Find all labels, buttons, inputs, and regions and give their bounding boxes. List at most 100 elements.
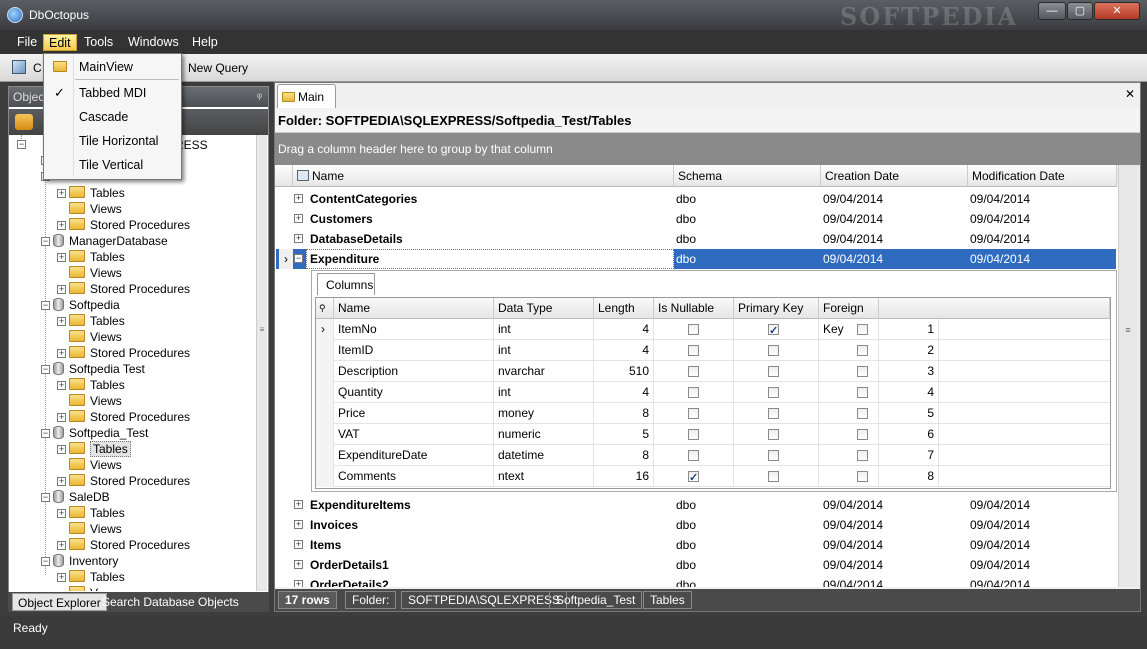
col-header-schema[interactable]: Schema — [674, 165, 821, 187]
tree-item[interactable]: Tables — [69, 249, 125, 265]
tree-item[interactable]: Tables — [69, 441, 131, 457]
search-icon[interactable]: ⚲ — [316, 298, 334, 319]
checkbox[interactable] — [857, 450, 868, 461]
tree-database[interactable]: Softpedia_Test — [53, 425, 148, 441]
detail-row[interactable]: Commentsntext16 8 — [316, 466, 1110, 488]
tree-item[interactable]: Tables — [69, 569, 125, 585]
minimize-button[interactable]: — — [1038, 2, 1066, 20]
new-query-button[interactable]: New Query — [188, 61, 248, 75]
table-row[interactable]: + DatabaseDetails dbo 09/04/2014 09/04/2014 — [276, 229, 1116, 249]
collapse-icon[interactable]: − — [41, 493, 50, 502]
table-row[interactable]: + Customers dbo 09/04/2014 09/04/2014 — [276, 209, 1116, 229]
expand-icon[interactable]: + — [294, 194, 303, 203]
col-header-name[interactable]: Name — [293, 165, 674, 187]
menu-file[interactable]: File — [12, 34, 42, 51]
expand-icon[interactable]: + — [57, 221, 66, 230]
checkbox[interactable] — [857, 345, 868, 356]
tree-item[interactable]: Stored Procedures — [69, 217, 190, 233]
tree-item[interactable]: Tables — [69, 377, 125, 393]
checkbox[interactable] — [688, 324, 699, 335]
tree-item[interactable]: Views — [69, 457, 122, 473]
expand-icon[interactable]: + — [57, 349, 66, 358]
checkbox[interactable] — [688, 387, 699, 398]
checkbox[interactable] — [768, 345, 779, 356]
tree-item[interactable]: V — [69, 585, 98, 591]
col-header-modification-date[interactable]: Modification Date — [968, 165, 1117, 187]
menu-item-mainview[interactable]: MainView — [45, 56, 180, 78]
table-row-selected[interactable]: − › Expenditure dbo 09/04/2014 09/04/2014 — [276, 249, 1116, 269]
tree-item[interactable]: Views — [69, 521, 122, 537]
detail-row[interactable]: ›ItemNoint4 1 — [316, 319, 1110, 341]
table-row[interactable]: + OrderDetails1 dbo 09/04/2014 09/04/2014 — [276, 555, 1116, 575]
detail-col-header[interactable]: Length — [594, 298, 654, 319]
tree-database[interactable]: SaleDB — [53, 489, 110, 505]
refresh-icon[interactable] — [15, 114, 33, 130]
detail-row[interactable]: VAT numeric 5 6 — [316, 424, 1110, 445]
tab-object-explorer[interactable]: Object Explorer — [12, 593, 107, 611]
detail-col-header[interactable]: Data Type — [494, 298, 594, 319]
collapse-icon[interactable]: − — [41, 301, 50, 310]
tree-item[interactable]: Stored Procedures — [69, 345, 190, 361]
tree-item[interactable]: Views — [69, 265, 122, 281]
tree-item[interactable]: Views — [69, 201, 122, 217]
checkbox[interactable] — [688, 450, 699, 461]
menu-item-tile-vertical[interactable]: Tile Vertical — [45, 154, 180, 176]
checkbox[interactable] — [768, 450, 779, 461]
checkbox[interactable] — [768, 408, 779, 419]
close-tab-icon[interactable]: ✕ — [1125, 87, 1135, 101]
checkbox[interactable] — [688, 468, 699, 488]
expand-icon[interactable]: + — [57, 413, 66, 422]
menu-windows[interactable]: Windows — [123, 34, 184, 51]
connect-icon[interactable] — [12, 60, 26, 74]
group-by-panel[interactable]: Drag a column header here to group by th… — [275, 133, 1140, 165]
table-row[interactable]: + ExpenditureItems dbo 09/04/2014 09/04/2014 — [276, 495, 1116, 515]
expand-icon[interactable]: + — [294, 214, 303, 223]
checkbox[interactable] — [857, 471, 868, 482]
grid-scrollbar[interactable]: ≡ — [1118, 165, 1139, 587]
pin-icon[interactable]: ᵠ — [257, 90, 262, 104]
tree-database[interactable]: Softpedia Test — [53, 361, 145, 377]
table-row[interactable]: + OrderDetails2 dbo 09/04/2014 09/04/2014 — [276, 575, 1116, 587]
checkbox[interactable] — [857, 429, 868, 440]
expand-icon[interactable]: + — [57, 445, 66, 454]
tree-item[interactable]: Stored Procedures — [69, 281, 190, 297]
checkbox[interactable] — [688, 408, 699, 419]
detail-col-header[interactable]: Foreign Key — [819, 298, 879, 336]
expand-icon[interactable]: + — [57, 541, 66, 550]
menu-item-tabbed-mdi[interactable]: ✓ Tabbed MDI — [45, 82, 180, 104]
tree-item[interactable]: Stored Procedures — [69, 537, 190, 553]
tree-scrollbar[interactable]: ≡ — [256, 135, 267, 591]
tab-columns[interactable]: Columns — [317, 273, 375, 295]
detail-row[interactable]: ExpenditureDate datetime 8 7 — [316, 445, 1110, 466]
checkbox[interactable] — [688, 366, 699, 377]
table-row[interactable]: + Items dbo 09/04/2014 09/04/2014 — [276, 535, 1116, 555]
tree-database[interactable]: Inventory — [53, 553, 118, 569]
expand-icon[interactable]: + — [57, 317, 66, 326]
tree-item[interactable]: Tables — [69, 313, 125, 329]
breadcrumb-database[interactable]: Softpedia_Test — [549, 591, 643, 609]
collapse-icon[interactable]: − — [41, 365, 50, 374]
checkbox[interactable] — [857, 408, 868, 419]
table-row[interactable]: + ContentCategories dbo 09/04/2014 09/04/201… — [276, 189, 1116, 209]
detail-col-header[interactable]: Name — [334, 298, 494, 319]
checkbox[interactable] — [857, 324, 868, 335]
expand-icon[interactable]: + — [57, 253, 66, 262]
menu-item-cascade[interactable]: Cascade — [45, 106, 180, 128]
expand-icon[interactable]: + — [57, 189, 66, 198]
collapse-icon[interactable]: − — [41, 237, 50, 246]
expand-icon[interactable]: + — [294, 580, 303, 587]
tree-item[interactable]: Stored Procedures — [69, 473, 190, 489]
connect-label[interactable]: C — [33, 61, 42, 75]
checkbox[interactable] — [857, 387, 868, 398]
tree-item[interactable]: Tables — [69, 185, 125, 201]
expand-icon[interactable]: + — [57, 477, 66, 486]
expand-icon[interactable]: + — [57, 285, 66, 294]
detail-row[interactable]: Description nvarchar 510 3 — [316, 361, 1110, 382]
tree-database[interactable]: Softpedia — [53, 297, 120, 313]
detail-row[interactable]: Quantity int 4 4 — [316, 382, 1110, 403]
tab-main[interactable]: Main — [277, 84, 336, 108]
col-header-creation-date[interactable]: Creation Date — [821, 165, 968, 187]
checkbox[interactable] — [857, 366, 868, 377]
checkbox[interactable] — [768, 321, 779, 341]
breadcrumb-tables[interactable]: Tables — [643, 591, 692, 609]
